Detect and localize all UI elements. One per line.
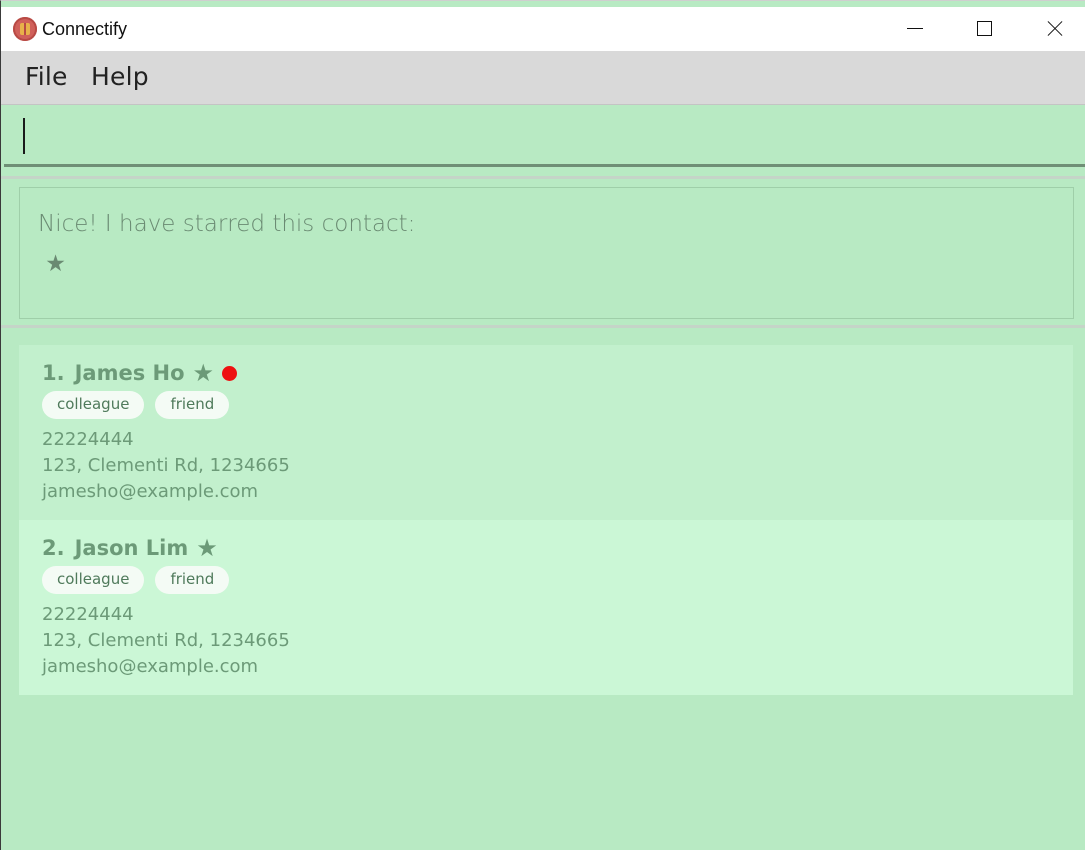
tag-list: colleague friend [42, 566, 230, 594]
contact-index: 2. [42, 536, 65, 560]
title-bar: Connectify [1, 7, 1085, 51]
window-title: Connectify [42, 19, 128, 39]
tag-list: colleague friend [42, 391, 230, 419]
maximize-button[interactable] [955, 7, 1015, 51]
minimize-button[interactable] [885, 7, 945, 51]
contact-name-row: 2. Jason Lim ★ [42, 534, 218, 562]
result-message: Nice! I have starred this contact: ★ [38, 211, 416, 277]
contact-name-row: 1. James Ho ★ [42, 359, 238, 387]
contact-phone: 22224444 [42, 604, 134, 625]
divider [1, 176, 1085, 179]
tag: friend [155, 391, 230, 419]
tag: friend [155, 566, 230, 594]
tag: colleague [42, 566, 145, 594]
app-window: Connectify File Help Nice! I have starre… [0, 0, 1085, 850]
contact-index: 1. [42, 361, 65, 385]
menu-help[interactable]: Help [91, 62, 149, 91]
contact-email: jamesho@example.com [42, 656, 259, 677]
contact-name: Jason Lim [74, 536, 189, 560]
contact-card[interactable]: 1. James Ho ★ colleague friend 22224444 … [19, 345, 1073, 520]
close-button[interactable] [1025, 7, 1085, 51]
app-logo-icon [13, 17, 37, 41]
result-display: Nice! I have starred this contact: ★ [19, 187, 1074, 319]
menu-file[interactable]: File [25, 62, 68, 91]
contact-card[interactable]: 2. Jason Lim ★ colleague friend 22224444… [19, 520, 1073, 695]
star-icon: ★ [196, 534, 218, 562]
tag: colleague [42, 391, 145, 419]
divider [1, 325, 1085, 328]
contact-email: jamesho@example.com [42, 481, 259, 502]
text-caret [23, 118, 25, 154]
contact-phone: 22224444 [42, 429, 134, 450]
red-dot-icon [222, 365, 238, 381]
contact-address: 123, Clementi Rd, 1234665 [42, 455, 290, 476]
contact-address: 123, Clementi Rd, 1234665 [42, 630, 290, 651]
contact-name: James Ho [74, 361, 185, 385]
menu-bar: File Help [1, 51, 1085, 105]
command-input[interactable] [4, 105, 1085, 167]
star-icon: ★ [192, 359, 215, 387]
